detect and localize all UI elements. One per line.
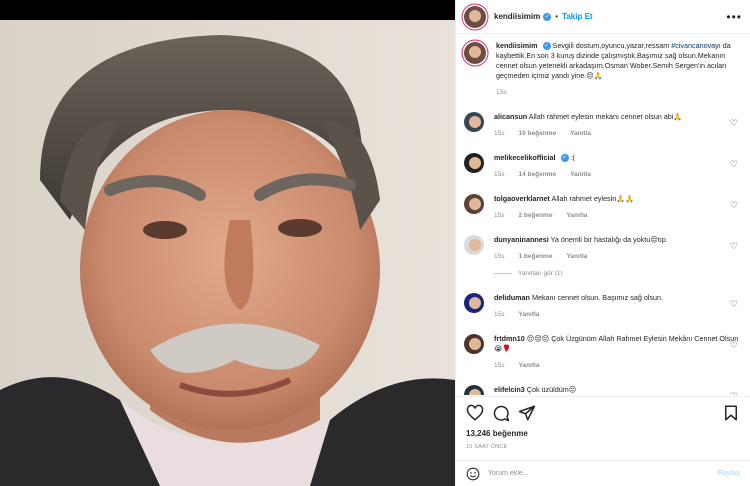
comment-time: 15s: [494, 253, 505, 260]
comment-likes[interactable]: 10 beğenme: [518, 130, 556, 137]
heart-icon[interactable]: ♡: [730, 391, 738, 395]
comment-username[interactable]: tolgaoverklarnet: [494, 194, 550, 203]
comment-icon[interactable]: [492, 404, 510, 422]
heart-icon[interactable]: ♡: [730, 118, 738, 129]
emoji-icon[interactable]: [466, 467, 480, 481]
comment-item: melikecelikofficial ✓ :( 15s 14 beğenme …: [464, 153, 740, 178]
comment-time: 15s: [494, 130, 505, 137]
post-button[interactable]: Paylaş: [718, 470, 740, 477]
comment-item: dunyaninannesi Ya önemli bir hastalığı d…: [464, 235, 740, 260]
share-icon[interactable]: [518, 404, 536, 422]
comment-text: Mekanı cennet olsun. Başımız sağ olsun.: [531, 293, 663, 302]
portrait-image: [0, 0, 455, 486]
comment-likes[interactable]: 2 beğenme: [518, 212, 552, 219]
post-caption: kendiisimim ✓ Sevgili dostum,oyuncu,yaza…: [464, 41, 740, 96]
comment-text: Allah rahmet eylesin mekanı cennet olsun…: [528, 112, 683, 121]
comment-item: elifelcin3 Çok üzüldüm😔 ♡: [464, 385, 740, 395]
comment-username[interactable]: deliduman: [494, 293, 530, 302]
more-options-icon[interactable]: •••: [726, 10, 742, 24]
add-comment-bar: Paylaş: [456, 460, 750, 486]
post-photo[interactable]: [0, 0, 455, 486]
heart-icon[interactable]: ♡: [730, 241, 738, 252]
comment-likes[interactable]: 1 beğenme: [518, 253, 552, 260]
thread-line: [494, 273, 512, 274]
comment-item: alicansun Allah rahmet eylesin mekanı ce…: [464, 112, 740, 137]
heart-icon[interactable]: ♡: [730, 200, 738, 211]
heart-icon[interactable]: ♡: [730, 159, 738, 170]
comments-list[interactable]: kendiisimim ✓ Sevgili dostum,oyuncu,yaza…: [456, 35, 750, 395]
heart-icon[interactable]: ♡: [730, 299, 738, 310]
avatar[interactable]: [464, 235, 484, 255]
comment-username[interactable]: melikecelikofficial: [494, 153, 556, 162]
likes-count[interactable]: 13,246 beğenme: [466, 429, 740, 438]
post-header: kendiisimim ✓ • Takip Et •••: [456, 0, 750, 34]
comment-time: 15s: [494, 311, 505, 318]
follow-button[interactable]: Takip Et: [562, 12, 593, 21]
view-replies-label[interactable]: Yanıtları gör (1): [518, 270, 563, 277]
caption-text-start: Sevgili dostum,oyuncu,yazar,ressam: [552, 41, 670, 50]
view-replies-button[interactable]: Yanıtları gör (1): [494, 270, 740, 277]
reply-button[interactable]: Yanıtla: [518, 362, 539, 369]
comment-text: 😔😔😔 Çok Üzgünüm Allah Rahmet Eylesin Mek…: [494, 334, 739, 353]
caption-username[interactable]: kendiisimim: [496, 41, 538, 50]
avatar[interactable]: [464, 194, 484, 214]
post-actions: 13,246 beğenme 15 SAAT ÖNCE: [456, 396, 750, 450]
separator-dot: •: [555, 12, 559, 21]
avatar[interactable]: [464, 112, 484, 132]
comment-username[interactable]: dunyaninannesi: [494, 235, 549, 244]
verified-badge-icon: ✓: [542, 42, 551, 51]
comment-text: :(: [570, 153, 575, 162]
comment-time: 15s: [494, 212, 505, 219]
reply-button[interactable]: Yanıtla: [566, 212, 587, 219]
reply-button[interactable]: Yanıtla: [570, 130, 591, 137]
comment-text: Allah rahmet eylesin🙏🙏: [551, 194, 635, 203]
reply-button[interactable]: Yanıtla: [566, 253, 587, 260]
comment-item: tolgaoverklarnet Allah rahmet eylesin🙏🙏 …: [464, 194, 740, 219]
comment-time: 15s: [494, 362, 505, 369]
comment-username[interactable]: alicansun: [494, 112, 527, 121]
reply-button[interactable]: Yanıtla: [518, 311, 539, 318]
verified-badge-icon: ✓: [560, 154, 569, 163]
avatar[interactable]: [464, 42, 486, 64]
avatar[interactable]: [464, 385, 484, 395]
avatar[interactable]: [464, 5, 486, 28]
heart-icon[interactable]: [466, 404, 484, 422]
avatar[interactable]: [464, 153, 484, 173]
heart-icon[interactable]: ♡: [730, 340, 738, 351]
comment-input[interactable]: [488, 470, 718, 477]
bookmark-icon[interactable]: [722, 404, 740, 422]
comment-text: Çok üzüldüm😔: [526, 385, 577, 394]
comment-time: 15s: [494, 171, 505, 178]
comment-item: frtdmn10 😔😔😔 Çok Üzgünüm Allah Rahmet Ey…: [464, 334, 740, 369]
comment-username[interactable]: frtdmn10: [494, 334, 525, 343]
comment-item: deliduman Mekanı cennet olsun. Başımız s…: [464, 293, 740, 318]
reply-button[interactable]: Yanıtla: [570, 171, 591, 178]
avatar[interactable]: [464, 334, 484, 354]
hashtag-link[interactable]: #civancanova: [671, 41, 715, 50]
post-details-panel: kendiisimim ✓ • Takip Et ••• kendiisimim…: [455, 0, 750, 486]
comment-likes[interactable]: 14 beğenme: [518, 171, 556, 178]
verified-badge-icon: ✓: [543, 12, 552, 21]
comment-text: Ya önemli bir hastalığı da yoktu😔tıp: [550, 235, 666, 244]
posted-time: 15 SAAT ÖNCE: [466, 444, 508, 450]
caption-time: 15s: [496, 89, 507, 96]
avatar[interactable]: [464, 293, 484, 313]
comment-username[interactable]: elifelcin3: [494, 385, 525, 394]
header-username[interactable]: kendiisimim: [494, 12, 540, 21]
